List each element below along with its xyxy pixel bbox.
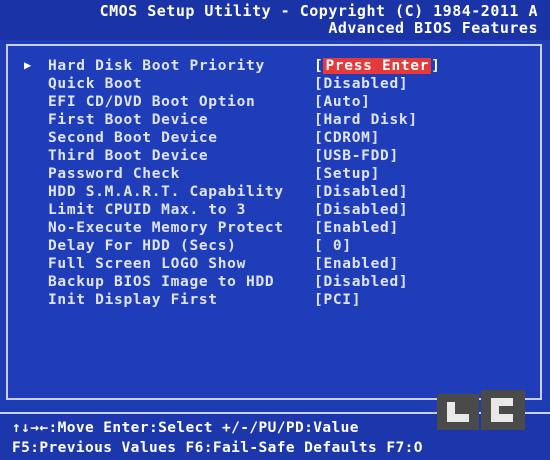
menu-item-first-boot-device[interactable]: First Boot Device [Hard Disk] <box>24 112 524 130</box>
menu-item-label: Second Boot Device <box>48 130 218 146</box>
menu-item-value[interactable]: [Disabled] <box>314 76 408 92</box>
menu-item-value[interactable]: [Auto] <box>314 94 371 110</box>
menu-item-label: Password Check <box>48 166 181 182</box>
page-title: Advanced BIOS Features <box>328 19 538 37</box>
menu-item-label: EFI CD/DVD Boot Option <box>48 94 256 110</box>
menu-item-delay-for-hdd[interactable]: Delay For HDD (Secs) [ 0] <box>24 238 524 256</box>
menu-item-label: Full Screen LOGO Show <box>48 256 247 272</box>
bios-header: CMOS Setup Utility - Copyright (C) 1984-… <box>0 0 550 40</box>
menu-item-efi-cd-dvd-boot-option[interactable]: EFI CD/DVD Boot Option [Auto] <box>24 94 524 112</box>
menu-item-label: Delay For HDD (Secs) <box>48 238 237 254</box>
menu-item-label: No-Execute Memory Protect <box>48 220 284 236</box>
menu-item-init-display-first[interactable]: Init Display First [PCI] <box>24 292 524 310</box>
menu-item-value[interactable]: [Press Enter] <box>314 58 441 74</box>
menu-item-value[interactable]: [Disabled] <box>314 202 408 218</box>
menu-item-password-check[interactable]: Password Check [Setup] <box>24 166 524 184</box>
watermark-logo-icon <box>435 388 527 434</box>
menu-item-label: Third Boot Device <box>48 148 209 164</box>
menu-item-second-boot-device[interactable]: Second Boot Device [CDROM] <box>24 130 524 148</box>
window-title: CMOS Setup Utility - Copyright (C) 1984-… <box>99 2 538 20</box>
menu-item-backup-bios-image[interactable]: Backup BIOS Image to HDD [Disabled] <box>24 274 524 292</box>
menu-item-label: First Boot Device <box>48 112 209 128</box>
menu-item-value[interactable]: [Disabled] <box>314 274 408 290</box>
menu-item-label: Quick Boot <box>48 76 143 92</box>
menu-item-no-execute-memory-protect[interactable]: No-Execute Memory Protect [Enabled] <box>24 220 524 238</box>
menu-item-label: Backup BIOS Image to HDD <box>48 274 275 290</box>
menu-item-value[interactable]: [Hard Disk] <box>314 112 418 128</box>
menu-item-hdd-smart-capability[interactable]: HDD S.M.A.R.T. Capability [Disabled] <box>24 184 524 202</box>
settings-panel: ▶ Hard Disk Boot Priority [Press Enter] … <box>6 44 542 400</box>
selected-arrow-icon: ▶ <box>24 58 32 72</box>
menu-item-label: Hard Disk Boot Priority <box>48 58 265 74</box>
menu-item-label: Limit CPUID Max. to 3 <box>48 202 247 218</box>
menu-item-label: HDD S.M.A.R.T. Capability <box>48 184 284 200</box>
menu-item-value[interactable]: [Setup] <box>314 166 380 182</box>
key-help-line-2: F5:Previous Values F6:Fail-Safe Defaults… <box>12 440 423 456</box>
menu-item-third-boot-device[interactable]: Third Boot Device [USB-FDD] <box>24 148 524 166</box>
menu-item-value[interactable]: [CDROM] <box>314 130 380 146</box>
menu-item-limit-cpuid-max[interactable]: Limit CPUID Max. to 3 [Disabled] <box>24 202 524 220</box>
key-help-line-1: ↑↓→←:Move Enter:Select +/-/PU/PD:Value <box>12 420 359 436</box>
menu-item-hard-disk-boot-priority[interactable]: ▶ Hard Disk Boot Priority [Press Enter] <box>24 58 524 76</box>
menu-item-value[interactable]: [Disabled] <box>314 184 408 200</box>
menu-item-value[interactable]: [PCI] <box>314 292 361 308</box>
menu-item-value[interactable]: [Enabled] <box>314 220 399 236</box>
menu-item-label: Init Display First <box>48 292 218 308</box>
menu-item-value[interactable]: [ 0] <box>314 238 352 254</box>
menu-item-value[interactable]: [USB-FDD] <box>314 148 399 164</box>
menu-item-quick-boot[interactable]: Quick Boot [Disabled] <box>24 76 524 94</box>
menu-item-value[interactable]: [Enabled] <box>314 256 399 272</box>
menu-item-full-screen-logo-show[interactable]: Full Screen LOGO Show [Enabled] <box>24 256 524 274</box>
